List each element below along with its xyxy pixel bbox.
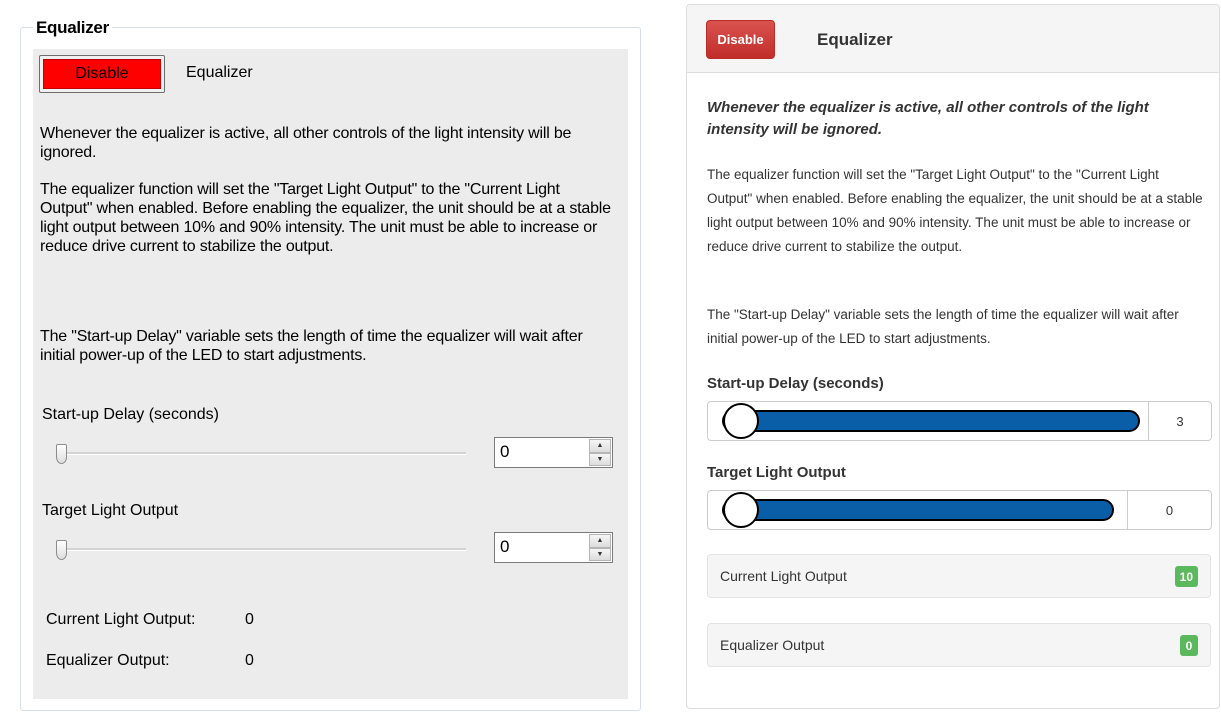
panel-title: Equalizer: [817, 30, 893, 49]
startup-delay-slider-knob[interactable]: [723, 403, 759, 439]
target-light-output-track: [56, 548, 466, 551]
target-light-output-input[interactable]: [497, 535, 591, 559]
target-light-output-slider-knob[interactable]: [723, 492, 759, 528]
groupbox-title: Equalizer: [33, 18, 112, 38]
target-light-output-label: Target Light Output: [707, 464, 846, 481]
equalizer-output-row: Equalizer Output 0: [707, 623, 1211, 667]
target-light-output-spinbox[interactable]: ▲ ▼: [494, 532, 613, 563]
startup-delay-input[interactable]: [497, 440, 591, 464]
startup-delay-track: [56, 452, 466, 455]
description-text: The equalizer function will set the "Tar…: [40, 181, 611, 255]
equalizer-output-label: Equalizer Output: [720, 637, 825, 653]
current-light-output-value: 0: [245, 611, 254, 628]
equalizer-output-value: 0: [245, 652, 254, 669]
startup-delay-label: Start-up Delay (seconds): [707, 375, 884, 392]
equalizer-output-label: Equalizer Output:: [46, 652, 170, 669]
target-light-output-spin-buttons: ▲ ▼: [589, 534, 611, 561]
equalizer-output-badge: 0: [1180, 635, 1198, 656]
startup-delay-slider-track[interactable]: [722, 410, 1140, 432]
spin-up-arrow-icon[interactable]: ▲: [589, 439, 611, 453]
startup-delay-label: Start-up Delay (seconds): [42, 406, 219, 423]
startup-delay-spin-buttons: ▲ ▼: [589, 439, 611, 466]
current-light-output-label: Current Light Output:: [46, 611, 196, 628]
warning-text: Whenever the equalizer is active, all ot…: [40, 125, 572, 161]
equalizer-label: Equalizer: [186, 64, 253, 81]
target-light-output-slider-track[interactable]: [722, 499, 1114, 521]
startup-delay-value: 3: [1148, 402, 1211, 440]
spin-down-arrow-icon[interactable]: ▼: [589, 547, 611, 561]
startup-description-text: The "Start-up Delay" variable sets the l…: [707, 307, 1179, 346]
panel-heading: Disable Equalizer: [687, 5, 1219, 73]
startup-delay-slider-thumb[interactable]: [56, 444, 67, 464]
spin-up-arrow-icon[interactable]: ▲: [589, 534, 611, 548]
startup-delay-spinbox[interactable]: ▲ ▼: [494, 437, 613, 468]
disable-button-label: Disable: [43, 59, 161, 89]
current-light-output-badge: 10: [1174, 566, 1198, 587]
target-light-output-slider-group: 0: [707, 490, 1212, 530]
startup-delay-slider[interactable]: [708, 402, 1148, 440]
target-light-output-label: Target Light Output: [42, 502, 179, 519]
description-text: The equalizer function will set the "Tar…: [707, 167, 1203, 254]
disable-button[interactable]: Disable: [706, 20, 775, 59]
warning-text: Whenever the equalizer is active, all ot…: [707, 99, 1149, 138]
spin-down-arrow-icon[interactable]: ▼: [589, 452, 611, 466]
startup-delay-slider-group: 3: [707, 401, 1212, 441]
target-light-output-value: 0: [1127, 491, 1211, 529]
current-light-output-row: Current Light Output 10: [707, 554, 1211, 598]
disable-button[interactable]: Disable: [39, 55, 165, 93]
startup-description-text: The "Start-up Delay" variable sets the l…: [40, 328, 583, 364]
target-light-output-slider[interactable]: [708, 491, 1127, 529]
target-light-output-slider-thumb[interactable]: [56, 540, 67, 560]
current-light-output-label: Current Light Output: [720, 568, 847, 584]
equalizer-web-panel: Disable Equalizer Whenever the equalizer…: [686, 4, 1220, 709]
